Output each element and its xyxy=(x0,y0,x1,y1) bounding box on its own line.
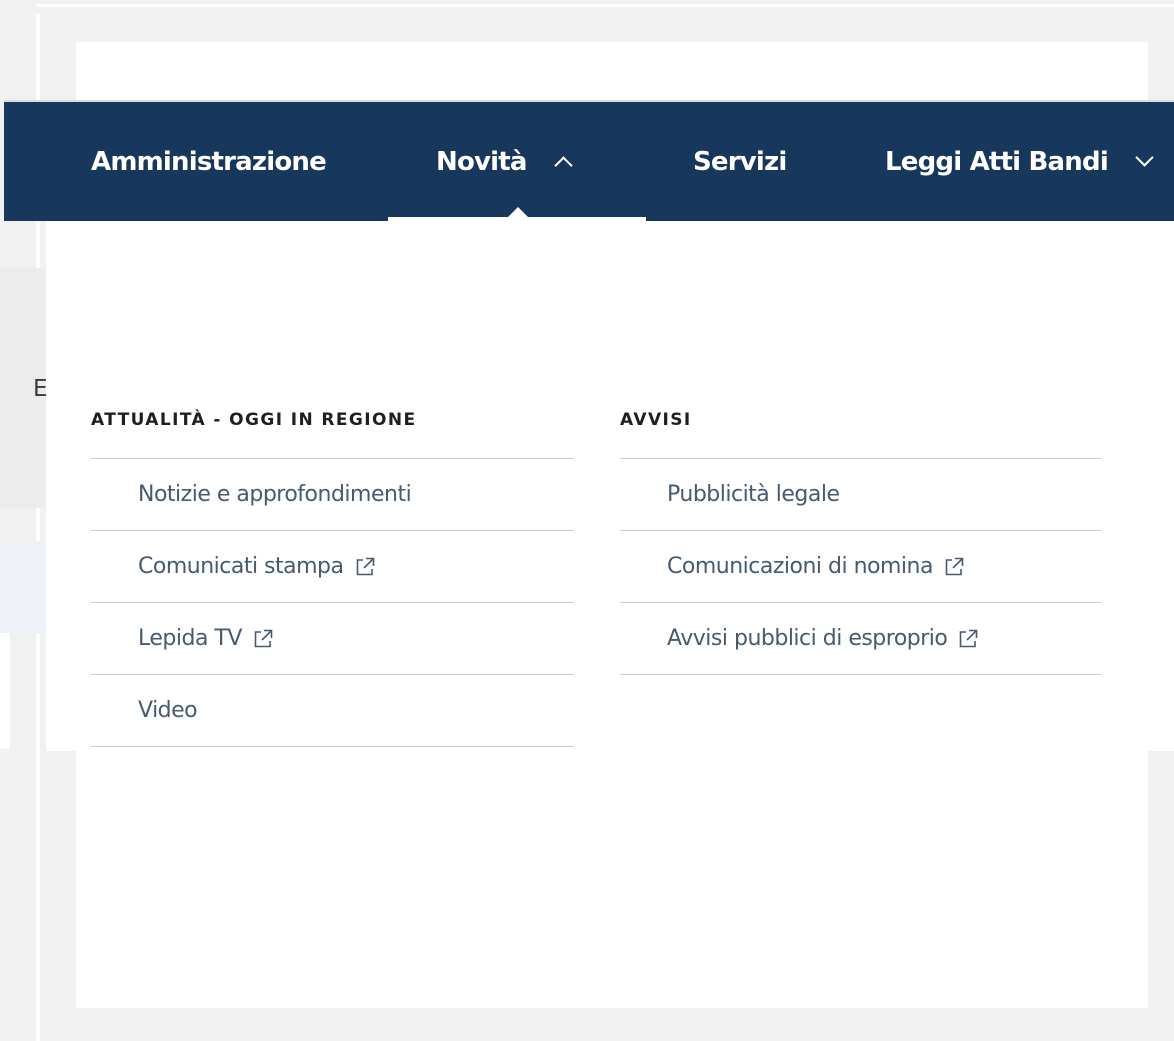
menu-column-avvisi: AVVISI Pubblicità legale Comunicazioni d… xyxy=(620,399,1101,675)
background-blue-band xyxy=(0,541,46,633)
active-tab-caret xyxy=(508,207,528,217)
nav-item-amministrazione[interactable]: Amministrazione xyxy=(91,102,327,221)
nav-item-leggi-atti-bandi[interactable]: Leggi Atti Bandi xyxy=(885,102,1154,221)
chevron-up-icon xyxy=(553,156,573,175)
menu-column-heading: ATTUALITÀ - OGGI IN REGIONE xyxy=(91,399,574,459)
novita-dropdown-menu: ATTUALITÀ - OGGI IN REGIONE Notizie e ap… xyxy=(46,221,1174,751)
menu-link-label: Notizie e approfondimenti xyxy=(138,482,412,507)
menu-link-video[interactable]: Video xyxy=(91,675,574,747)
chevron-down-icon xyxy=(1135,148,1154,167)
menu-link-pubblicita-legale[interactable]: Pubblicità legale xyxy=(620,459,1101,531)
nav-item-label: Servizi xyxy=(693,146,787,177)
menu-link-label: Avvisi pubblici di esproprio xyxy=(667,626,948,651)
nav-item-label: Amministrazione xyxy=(91,146,327,177)
background-top-border xyxy=(36,4,1174,7)
menu-link-lepida-tv[interactable]: Lepida TV xyxy=(91,603,574,675)
menu-link-comunicati-stampa[interactable]: Comunicati stampa xyxy=(91,531,574,603)
page: E Amministrazione Novità Servizi Leggi A… xyxy=(0,0,1174,1041)
nav-item-label: Leggi Atti Bandi xyxy=(885,146,1109,177)
menu-link-label: Video xyxy=(138,698,198,723)
menu-link-label: Comunicati stampa xyxy=(138,554,344,579)
menu-link-label: Comunicazioni di nomina xyxy=(667,554,933,579)
nav-item-novita[interactable]: Novità xyxy=(436,102,573,221)
menu-link-notizie[interactable]: Notizie e approfondimenti xyxy=(91,459,574,531)
menu-link-avvisi-esproprio[interactable]: Avvisi pubblici di esproprio xyxy=(620,603,1101,675)
menu-column-heading: AVVISI xyxy=(620,399,1101,459)
menu-link-comunicazioni-di-nomina[interactable]: Comunicazioni di nomina xyxy=(620,531,1101,603)
background-white-strip xyxy=(0,633,10,749)
menu-link-label: Pubblicità legale xyxy=(667,482,840,507)
menu-link-label: Lepida TV xyxy=(138,626,242,651)
nav-item-label: Novità xyxy=(436,146,527,177)
external-link-icon xyxy=(945,557,964,575)
external-link-icon xyxy=(960,629,978,647)
external-link-icon xyxy=(356,557,374,575)
main-navbar: Amministrazione Novità Servizi Leggi Att… xyxy=(4,100,1174,221)
nav-item-servizi[interactable]: Servizi xyxy=(693,102,787,221)
menu-column-attualita: ATTUALITÀ - OGGI IN REGIONE Notizie e ap… xyxy=(91,399,574,747)
external-link-icon xyxy=(254,629,273,647)
